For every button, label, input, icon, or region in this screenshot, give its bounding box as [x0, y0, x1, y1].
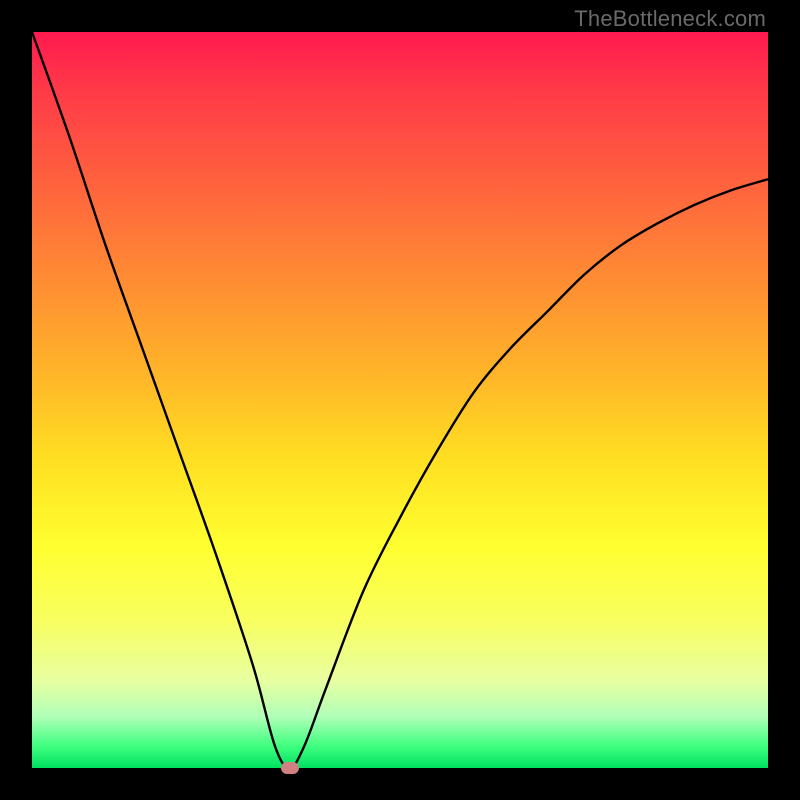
curve-svg [32, 32, 768, 768]
plot-area [32, 32, 768, 768]
min-marker [281, 762, 299, 774]
bottleneck-curve [32, 32, 768, 768]
attribution-label: TheBottleneck.com [574, 6, 766, 32]
chart-frame: TheBottleneck.com [0, 0, 800, 800]
